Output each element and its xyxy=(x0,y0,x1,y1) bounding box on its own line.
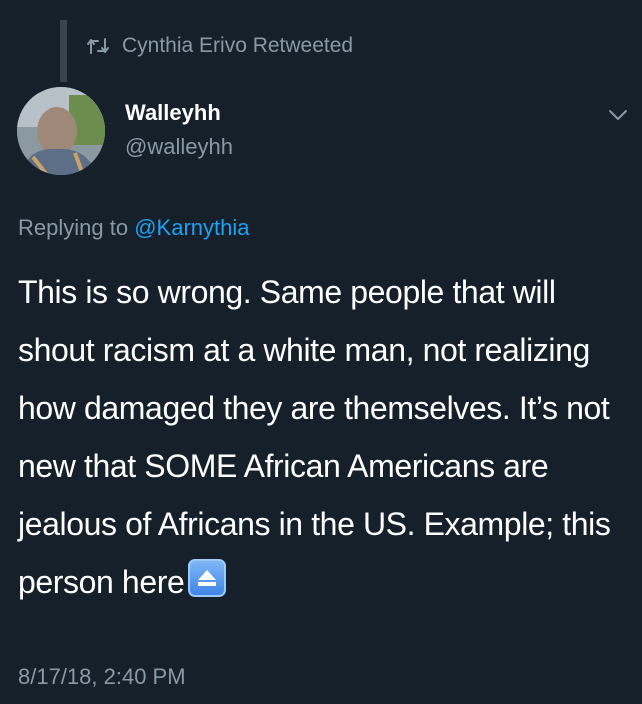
thread-connector-line xyxy=(60,20,67,82)
reply-mention-link[interactable]: @Karnythia xyxy=(134,215,249,240)
replying-to: Replying to @Karnythia xyxy=(18,215,249,241)
eject-button-emoji-icon xyxy=(188,559,227,597)
chevron-down-icon[interactable] xyxy=(608,108,628,122)
author-name[interactable]: Walleyhh xyxy=(125,100,221,126)
tweet-timestamp[interactable]: 8/17/18, 2:40 PM xyxy=(18,664,186,690)
replying-prefix: Replying to xyxy=(18,215,129,240)
tweet-body: This is so wrong. Same people that will … xyxy=(18,263,628,611)
avatar[interactable] xyxy=(17,87,105,175)
retweet-context[interactable]: Cynthia Erivo Retweeted xyxy=(86,34,353,58)
retweet-icon xyxy=(86,37,110,55)
retweet-label: Cynthia Erivo Retweeted xyxy=(122,34,354,57)
author-handle[interactable]: @walleyhh xyxy=(125,134,233,160)
tweet-text: This is so wrong. Same people that will … xyxy=(18,274,611,600)
